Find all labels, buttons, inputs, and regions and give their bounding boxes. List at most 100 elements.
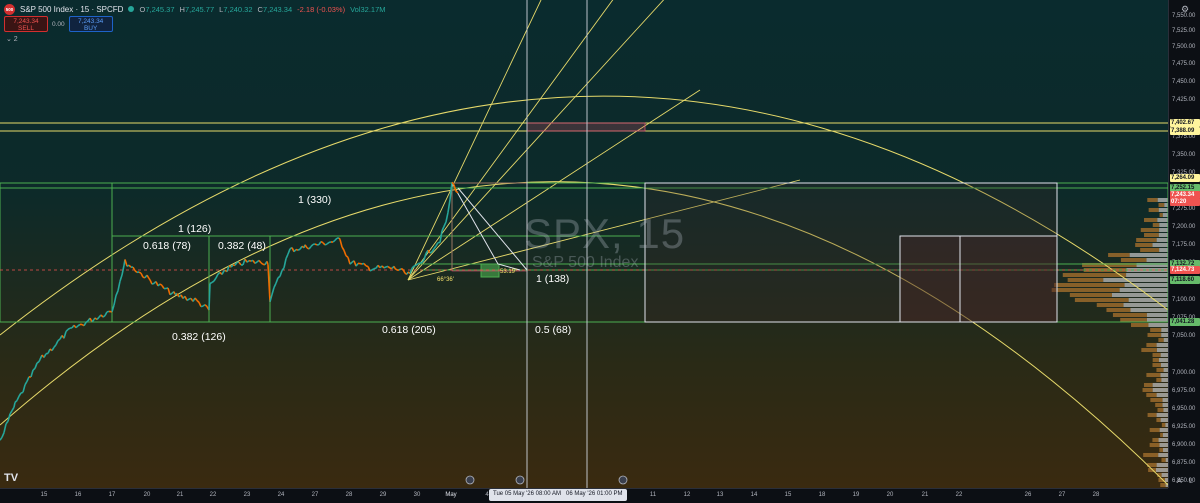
- volume-profile-bar: [1136, 238, 1157, 242]
- price-candle: [16, 395, 20, 401]
- close-value: 7,243.34: [262, 4, 293, 14]
- price-candle: [273, 282, 277, 288]
- volume-profile-bar: [1157, 218, 1168, 222]
- price-candle: [381, 265, 385, 269]
- indicators-toggle[interactable]: ⌄ 2: [6, 35, 18, 43]
- symbol-title[interactable]: S&P 500 Index · 15 · SPCFD: [20, 5, 123, 14]
- volume-profile-bar: [1135, 243, 1153, 247]
- price-candle: [230, 264, 234, 268]
- price-candle: [435, 242, 439, 247]
- price-candle: [429, 251, 433, 254]
- time-tick: 24: [277, 492, 285, 498]
- fib-label-0382-126: 0.382 (126): [172, 331, 226, 343]
- volume-profile-bar: [1155, 403, 1163, 407]
- price-candle: [149, 279, 153, 285]
- buy-button[interactable]: 7,243.34 BUY: [68, 16, 113, 32]
- price-candle: [365, 265, 369, 268]
- volume-profile-bar: [1158, 453, 1168, 457]
- price-label: 7,118.60: [1170, 276, 1200, 284]
- price-candle: [26, 376, 30, 382]
- price-tick: 7,450.00: [1172, 79, 1196, 85]
- volume-profile-bar: [1128, 298, 1168, 302]
- price-candle: [453, 184, 457, 192]
- volume-profile-bar: [1156, 463, 1168, 467]
- volume-profile-bar: [1149, 443, 1160, 447]
- volume-profile-bar: [1103, 278, 1168, 282]
- price-candle: [326, 241, 330, 245]
- price-tick: 7,525.00: [1172, 28, 1196, 34]
- price-candle: [119, 274, 123, 282]
- volume-profile-bar: [1069, 293, 1112, 297]
- fib-label-0382-48: 0.382 (48): [218, 240, 266, 252]
- log-scale-toggle[interactable]: L: [1189, 478, 1193, 485]
- volume-profile-bar: [1159, 428, 1168, 432]
- volume-profile-bar: [1152, 223, 1160, 227]
- price-label: 07:20: [1170, 198, 1200, 206]
- volume-profile-bar: [1152, 243, 1168, 247]
- price-candle: [297, 248, 301, 251]
- crosshair-time-badge: Tue 05 May '26 08:00 AM: [489, 489, 565, 501]
- economic-event-icon: [515, 475, 525, 485]
- chart-area[interactable]: SPX, 15 S&P 500 Index 1 (330) 1 (126) 0.…: [0, 0, 1168, 488]
- volume-profile-bar: [1140, 248, 1160, 252]
- volume-profile-bar: [1159, 248, 1168, 252]
- volume-profile-bar: [1156, 368, 1164, 372]
- price-candle: [9, 410, 13, 415]
- price-candle: [151, 282, 155, 285]
- volume-profile-bar: [1161, 423, 1166, 427]
- price-candle: [91, 318, 95, 323]
- price-axis[interactable]: ⚙ 7,550.00 7,525.00 7,500.00 7,475.00 7,450.…: [1168, 0, 1200, 488]
- auto-scale-toggle[interactable]: A: [1177, 478, 1182, 485]
- sell-button[interactable]: 7,243.34 SELL: [4, 16, 48, 32]
- volume-profile-bar: [1158, 438, 1168, 442]
- volume-profile-bar: [1150, 398, 1163, 402]
- price-candle: [324, 243, 328, 246]
- volume-profile-bar: [1160, 363, 1168, 367]
- volume-profile-bar: [1159, 223, 1168, 227]
- price-candle: [140, 272, 144, 278]
- price-candle: [38, 359, 41, 363]
- price-candle: [275, 277, 279, 284]
- price-candle: [173, 291, 176, 295]
- volume-profile-bar: [1120, 318, 1147, 322]
- time-tick: 18: [818, 492, 826, 498]
- price-candle: [345, 255, 349, 258]
- price-candle: [148, 278, 151, 281]
- price-candle: [320, 240, 324, 244]
- price-candle: [359, 262, 363, 265]
- price-candle: [18, 392, 22, 397]
- crosshair-time-badge: 06 May '26 01:00 PM: [562, 489, 627, 501]
- price-candle: [24, 380, 28, 386]
- tradingview-logo[interactable]: TV: [4, 472, 18, 484]
- volume-profile-bar: [1156, 378, 1162, 382]
- price-candle: [363, 262, 367, 267]
- price-candle: [445, 212, 449, 223]
- price-candle: [343, 250, 347, 257]
- time-tick: 23: [243, 492, 251, 498]
- price-label: 7,041.28: [1170, 318, 1200, 326]
- volume-profile-bar: [1149, 428, 1160, 432]
- projection-box-small: [899, 235, 961, 323]
- price-label: 7,264.09: [1170, 174, 1200, 182]
- volume-profile-bar: [1131, 323, 1149, 327]
- projection-path: [451, 182, 521, 271]
- volume-profile-bar: [1155, 468, 1168, 472]
- price-candle: [314, 243, 318, 246]
- price-candle: [11, 406, 15, 412]
- volume-profile-bar: [1160, 433, 1163, 437]
- price-candle: [5, 420, 9, 425]
- price-candle: [198, 302, 202, 307]
- price-candle: [447, 199, 451, 213]
- volume-profile-bar: [1147, 198, 1158, 202]
- volume-value: Vol32.17M: [350, 4, 386, 14]
- price-candle: [371, 267, 375, 271]
- volume-profile-bar: [1144, 233, 1159, 237]
- price-candle: [347, 257, 351, 265]
- time-tick: 28: [345, 492, 353, 498]
- volume-profile-bar: [1148, 323, 1168, 327]
- price-candle: [441, 226, 445, 232]
- fib-label-1-330: 1 (330): [298, 194, 332, 206]
- price-candle: [271, 287, 275, 295]
- volume-profile-bar: [1146, 393, 1157, 397]
- time-tick: 11: [649, 492, 657, 498]
